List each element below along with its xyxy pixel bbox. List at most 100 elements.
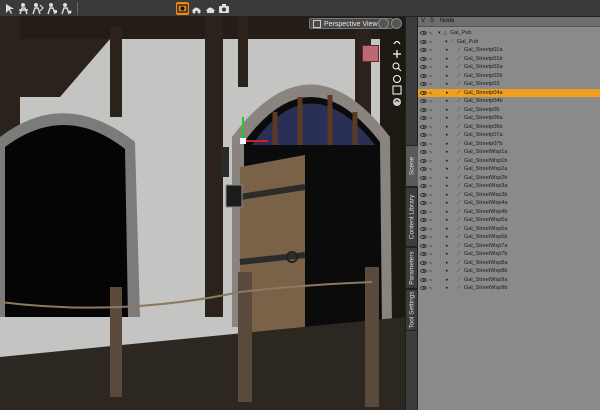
collapse-arrow-icon[interactable]: ▸ <box>446 284 449 293</box>
visibility-eye-icon[interactable] <box>420 269 427 273</box>
scene-node-row[interactable]: ↖ ▸ ⟋ Gal_Streetp01a <box>418 46 600 55</box>
collapse-arrow-icon[interactable]: ▸ <box>446 123 449 132</box>
collapse-arrow-icon[interactable]: ▸ <box>446 72 449 81</box>
collapse-arrow-icon[interactable]: ▸ <box>446 259 449 268</box>
pose-tool-icon[interactable] <box>17 2 30 15</box>
scene-node-row[interactable]: ↖ ▸ ⟋ Gal_StreetWsp1b <box>418 157 600 166</box>
visibility-eye-icon[interactable] <box>420 99 427 103</box>
visibility-eye-icon[interactable] <box>420 209 427 214</box>
scene-node-row[interactable]: ↖ ▸ ⟋ Gal_Streetp01b <box>418 55 600 64</box>
visibility-eye-icon[interactable] <box>420 167 427 171</box>
collapse-arrow-icon[interactable]: ▸ <box>446 106 449 115</box>
orbit-icon[interactable] <box>392 33 402 45</box>
collapse-arrow-icon[interactable]: ▸ <box>446 233 449 242</box>
visibility-eye-icon[interactable] <box>420 218 427 222</box>
display-style-icon[interactable] <box>391 18 402 29</box>
view-cube-icon[interactable] <box>362 45 379 62</box>
tab-scene[interactable]: Scene <box>406 145 418 187</box>
universal-tool-icon[interactable] <box>31 2 44 15</box>
scene-node-row[interactable]: ↖ ▸ ⟋ Gal_StreetWsp6a <box>418 225 600 234</box>
tab-tool-settings[interactable]: Tool Settings <box>406 289 418 331</box>
visibility-eye-icon[interactable] <box>420 158 427 163</box>
scene-node-row[interactable]: ↖ ▸ ⟋ Gal_StreetWsp8b <box>418 267 600 276</box>
selectable-toggle-icon[interactable]: ↖ <box>429 285 433 294</box>
scene-node-row[interactable]: ↖ ▸ ⟋ Gal_StreetWsp7b <box>418 250 600 259</box>
scene-node-row[interactable]: ↖ ▸ ⟋ Gal_StreetWsp5a <box>418 216 600 225</box>
visibility-eye-icon[interactable] <box>420 260 427 265</box>
scene-node-row[interactable]: ↖ ▸ ⟋ Gal_StreetWsp2b <box>418 174 600 183</box>
scene-node-row[interactable]: ↖ ▸ ⟋ Gal_StreetWsp3a <box>418 182 600 191</box>
visibility-eye-icon[interactable] <box>420 116 427 120</box>
collapse-arrow-icon[interactable]: ▸ <box>446 89 449 98</box>
scene-node-row[interactable]: ↖ ▸ ⟋ Gal_Streetp02a <box>418 63 600 72</box>
collapse-arrow-icon[interactable]: ▸ <box>446 216 449 225</box>
visibility-eye-icon[interactable] <box>420 201 427 205</box>
scene-node-row[interactable]: ↖ ▸ ⟋ Gal_StreetWsp9a <box>418 276 600 285</box>
scene-node-row[interactable]: ↖ ▸ ⟋ Gal_StreetWsp4b <box>418 208 600 217</box>
gizmo-center[interactable] <box>240 138 246 144</box>
collapse-arrow-icon[interactable]: ▸ <box>446 97 449 106</box>
reset-view-icon[interactable] <box>392 92 402 106</box>
collapse-arrow-icon[interactable]: ▸ <box>446 191 449 200</box>
visibility-eye-icon[interactable] <box>420 252 427 256</box>
visibility-eye-icon[interactable] <box>420 286 427 290</box>
collapse-arrow-icon[interactable]: ▸ <box>446 174 449 183</box>
collapse-arrow-icon[interactable]: ▸ <box>446 114 449 123</box>
visibility-eye-icon[interactable] <box>420 235 427 239</box>
scene-render[interactable] <box>0 17 405 410</box>
collapse-arrow-icon[interactable]: ▸ <box>446 131 449 140</box>
node-column-header[interactable]: Node <box>440 18 454 24</box>
zoom-icon[interactable] <box>392 57 402 72</box>
render-settings-icon[interactable] <box>204 2 217 15</box>
scene-node-row[interactable]: ↖ ▸ ⟋ Gal_Streetp05 <box>418 106 600 115</box>
collapse-arrow-icon[interactable]: ▸ <box>446 276 449 285</box>
scene-node-row[interactable]: ↖ ▸ ⟋ Gal_StreetWsp3b <box>418 191 600 200</box>
visibility-eye-icon[interactable] <box>420 243 427 248</box>
visibility-eye-icon[interactable] <box>420 184 427 188</box>
visibility-eye-icon[interactable] <box>420 150 427 154</box>
select-column-header[interactable]: S <box>430 18 434 24</box>
visibility-eye-icon[interactable] <box>420 48 427 52</box>
frame-icon[interactable] <box>392 80 402 95</box>
visibility-eye-icon[interactable] <box>420 192 427 197</box>
collapse-arrow-icon[interactable]: ▸ <box>446 46 449 55</box>
collapse-arrow-icon[interactable]: ▸ <box>446 63 449 72</box>
tab-parameters[interactable]: Parameters <box>406 247 418 289</box>
collapse-arrow-icon[interactable]: ▸ <box>446 157 449 166</box>
scene-node-row[interactable]: ↖ ▾ ⟋ Gal_Pub <box>418 38 600 47</box>
scene-node-row-selected[interactable]: ↖ ▸ ⟋ Gal_Streetp04a <box>418 88 600 98</box>
visibility-eye-icon[interactable] <box>420 90 427 95</box>
visibility-eye-icon[interactable] <box>420 107 427 112</box>
visibility-eye-icon[interactable] <box>420 124 427 129</box>
collapse-arrow-icon[interactable]: ▸ <box>446 182 449 191</box>
collapse-arrow-icon[interactable]: ▸ <box>446 55 449 64</box>
expand-arrow-icon[interactable]: ▾ <box>445 38 448 47</box>
visibility-eye-icon[interactable] <box>420 175 427 180</box>
visibility-eye-icon[interactable] <box>420 73 427 78</box>
figure-move-icon[interactable] <box>45 2 58 15</box>
scene-node-row[interactable]: ↖ ▸ ⟋ Gal_Streetp06b <box>418 123 600 132</box>
collapse-arrow-icon[interactable]: ▸ <box>446 165 449 174</box>
collapse-arrow-icon[interactable]: ▸ <box>446 225 449 234</box>
render-icon[interactable] <box>176 2 189 15</box>
visibility-eye-icon[interactable] <box>420 31 427 35</box>
scene-node-row[interactable]: ↖ ▸ ⟋ Gal_Streetp06a <box>418 114 600 123</box>
camera-icon[interactable] <box>218 2 231 15</box>
select-tool-icon[interactable] <box>3 2 16 15</box>
visibility-eye-icon[interactable] <box>420 133 427 137</box>
visibility-eye-icon[interactable] <box>420 277 427 282</box>
scene-node-row[interactable]: ↖ ▸ ⟋ Gal_StreetWsp9b <box>418 284 600 293</box>
collapse-arrow-icon[interactable]: ▸ <box>446 199 449 208</box>
node-weight-icon[interactable] <box>59 2 72 15</box>
iray-preview-icon[interactable] <box>190 2 203 15</box>
scene-node-row[interactable]: ↖ ▸ ⟋ Gal_Streetp02b <box>418 72 600 81</box>
visibility-eye-icon[interactable] <box>420 226 427 231</box>
scene-node-row[interactable]: ↖ ▸ ⟋ Gal_StreetWsp1a <box>418 148 600 157</box>
scene-node-row[interactable]: ↖ ▸ ⟋ Gal_StreetWsp7a <box>418 242 600 251</box>
scene-node-row[interactable]: ↖ ▸ ⟋ Gal_Streetp07b <box>418 140 600 149</box>
visible-column-header[interactable]: V <box>421 18 425 24</box>
scene-node-row[interactable]: ↖ ▸ ⟋ Gal_Streetp07a <box>418 131 600 140</box>
visibility-eye-icon[interactable] <box>420 56 427 61</box>
scene-node-row[interactable]: ↖ ▸ ⟋ Gal_StreetWsp2a <box>418 165 600 174</box>
3d-viewport[interactable]: Perspective View ▼ <box>0 17 405 410</box>
